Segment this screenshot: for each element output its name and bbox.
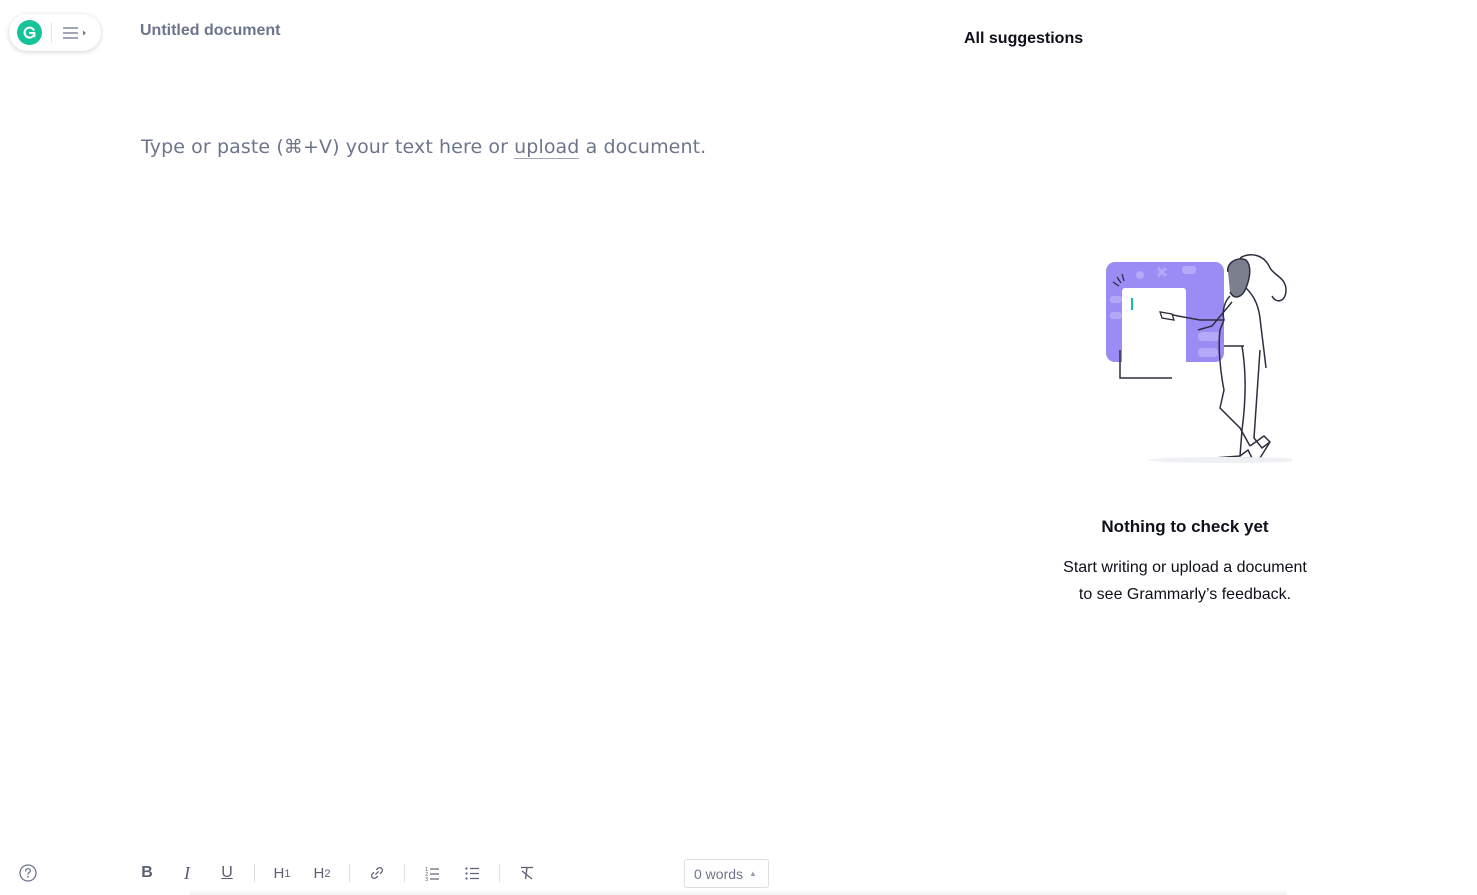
caret-up-icon: ▲ — [749, 869, 757, 878]
hamburger-menu-icon[interactable] — [61, 25, 87, 41]
italic-button[interactable]: I — [174, 858, 200, 888]
upload-link[interactable]: upload — [514, 136, 580, 159]
empty-state-illustration — [1100, 250, 1300, 468]
grammarly-editor-page: Untitled document Type or paste (⌘+V) yo… — [0, 0, 1477, 895]
toolbar-separator — [404, 864, 405, 882]
empty-state-line-2: to see Grammarly’s feedback. — [1078, 586, 1292, 603]
link-icon[interactable] — [364, 858, 390, 888]
empty-state-line-1: Start writing or upload a document — [1063, 559, 1307, 576]
heading-2-button[interactable]: H2 — [309, 858, 335, 888]
bullet-list-icon[interactable] — [459, 858, 485, 888]
pill-divider — [51, 22, 52, 43]
clear-formatting-icon[interactable] — [514, 858, 540, 888]
toolbar-shadow — [190, 890, 1287, 895]
toolbar-separator — [499, 864, 500, 882]
empty-state-title: Nothing to check yet — [1101, 517, 1269, 536]
heading-1-digit: 1 — [284, 868, 291, 880]
underline-button[interactable]: U — [214, 858, 240, 888]
bold-button[interactable]: B — [134, 858, 160, 888]
editor-placeholder[interactable]: Type or paste (⌘+V) your text here or up… — [141, 136, 707, 159]
heading-1-button[interactable]: H1 — [269, 858, 295, 888]
toolbar-separator — [349, 864, 350, 882]
heading-1-letter: H — [273, 864, 285, 882]
placeholder-text-after: a document. — [579, 136, 707, 158]
formatting-toolbar: B I U H1 H2 1 2 3 — [134, 858, 554, 888]
suggestions-panel-title: All suggestions — [964, 30, 1084, 47]
heading-2-digit: 2 — [324, 868, 331, 880]
document-title[interactable]: Untitled document — [140, 22, 280, 40]
help-circle-icon[interactable] — [19, 864, 37, 887]
app-menu-pill — [9, 14, 101, 51]
ordered-list-icon[interactable]: 1 2 3 — [419, 858, 445, 888]
word-count-label: 0 words — [694, 865, 744, 882]
toolbar-separator — [254, 864, 255, 882]
svg-text:3: 3 — [425, 877, 428, 881]
empty-state-description: Start writing or upload a document to se… — [985, 554, 1385, 608]
word-count-dropdown[interactable]: 0 words ▲ — [684, 859, 769, 888]
placeholder-text-before: Type or paste (⌘+V) your text here or — [141, 136, 515, 158]
grammarly-logo-icon[interactable] — [17, 20, 42, 45]
heading-2-letter: H — [313, 864, 325, 882]
